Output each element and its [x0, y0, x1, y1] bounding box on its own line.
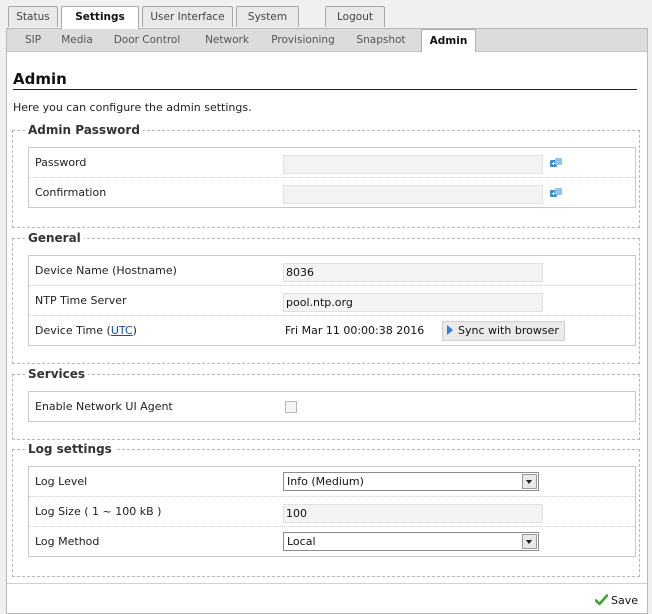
check-icon	[595, 594, 608, 606]
generate-confirmation-icon[interactable]	[549, 187, 563, 199]
device-name-label: Device Name (Hostname)	[35, 264, 177, 277]
password-label: Password	[35, 156, 87, 169]
general-rows: Device Name (Hostname) NTP Time Server D…	[28, 255, 636, 346]
tab-status[interactable]: Status	[8, 6, 58, 27]
confirmation-row: Confirmation	[29, 178, 635, 207]
log-method-label: Log Method	[35, 535, 100, 548]
password-input[interactable]	[283, 155, 543, 174]
admin-password-rows: Password Confirmation	[28, 147, 636, 208]
log-settings-section: Log settings Log Level Info (Medium) Log…	[12, 442, 640, 577]
log-level-select[interactable]: Info (Medium)	[283, 472, 539, 491]
password-row: Password	[29, 148, 635, 178]
log-level-label: Log Level	[35, 475, 88, 488]
network-ui-agent-row: Enable Network UI Agent	[29, 392, 635, 421]
log-settings-rows: Log Level Info (Medium) Log Size ( 1 ~ 1…	[28, 466, 636, 557]
tab-user-interface[interactable]: User Interface	[142, 6, 233, 27]
chevron-down-icon[interactable]	[522, 474, 537, 489]
services-legend: Services	[25, 367, 89, 381]
general-legend: General	[25, 231, 84, 245]
tab-logout[interactable]: Logout	[325, 6, 385, 27]
subtab-provisioning[interactable]: Provisioning	[265, 29, 341, 51]
sync-button-label: Sync with browser	[458, 324, 559, 337]
utc-link[interactable]: UTC	[111, 324, 133, 337]
device-time-label-end: )	[132, 324, 137, 337]
device-name-input[interactable]	[283, 263, 543, 282]
log-size-label: Log Size ( 1 ~ 100 kB )	[35, 505, 162, 518]
tab-settings[interactable]: Settings	[61, 6, 139, 29]
play-arrow-icon	[447, 325, 453, 335]
title-divider	[13, 89, 637, 90]
log-settings-legend: Log settings	[25, 442, 115, 456]
network-ui-agent-label: Enable Network UI Agent	[35, 400, 173, 413]
page-intro: Here you can configure the admin setting…	[13, 101, 252, 114]
confirmation-input[interactable]	[283, 185, 543, 204]
subtab-snapshot[interactable]: Snapshot	[350, 29, 412, 51]
log-level-value: Info (Medium)	[287, 475, 364, 488]
device-time-label: Device Time (UTC)	[35, 324, 137, 337]
subtab-sip[interactable]: SIP	[19, 29, 47, 51]
page-title: Admin	[13, 70, 67, 88]
log-method-value: Local	[287, 535, 316, 548]
services-section: Services Enable Network UI Agent	[12, 367, 640, 440]
chevron-down-icon[interactable]	[522, 534, 537, 549]
confirmation-label: Confirmation	[35, 186, 107, 199]
footer-divider	[7, 583, 647, 584]
network-ui-agent-checkbox[interactable]	[285, 401, 297, 413]
save-label: Save	[611, 594, 639, 607]
save-button[interactable]: Save	[595, 594, 638, 607]
device-time-value: Fri Mar 11 00:00:38 2016	[285, 324, 425, 337]
settings-page: SIP Media Door Control Network Provision…	[6, 28, 648, 614]
admin-password-legend: Admin Password	[25, 123, 143, 137]
generate-password-icon[interactable]	[549, 157, 563, 169]
ntp-server-row: NTP Time Server	[29, 286, 635, 316]
log-size-input[interactable]	[283, 504, 543, 523]
device-time-label-text: Device Time (	[35, 324, 111, 337]
device-name-row: Device Name (Hostname)	[29, 256, 635, 286]
log-level-row: Log Level Info (Medium)	[29, 467, 635, 497]
subtab-door-control[interactable]: Door Control	[107, 29, 187, 51]
subtab-media[interactable]: Media	[57, 29, 97, 51]
general-section: General Device Name (Hostname) NTP Time …	[12, 231, 640, 364]
log-method-select[interactable]: Local	[283, 532, 539, 551]
ntp-server-input[interactable]	[283, 293, 543, 312]
log-size-row: Log Size ( 1 ~ 100 kB )	[29, 497, 635, 527]
device-time-row: Device Time (UTC) Fri Mar 11 00:00:38 20…	[29, 316, 635, 345]
log-method-row: Log Method Local	[29, 527, 635, 556]
admin-password-section: Admin Password Password Confirmation	[12, 123, 640, 228]
subtab-network[interactable]: Network	[198, 29, 256, 51]
services-rows: Enable Network UI Agent	[28, 391, 636, 422]
subtab-admin[interactable]: Admin	[421, 29, 476, 52]
sync-with-browser-button[interactable]: Sync with browser	[442, 321, 565, 341]
tab-system[interactable]: System	[236, 6, 299, 27]
sub-tab-bar: SIP Media Door Control Network Provision…	[7, 29, 647, 52]
ntp-server-label: NTP Time Server	[35, 294, 127, 307]
